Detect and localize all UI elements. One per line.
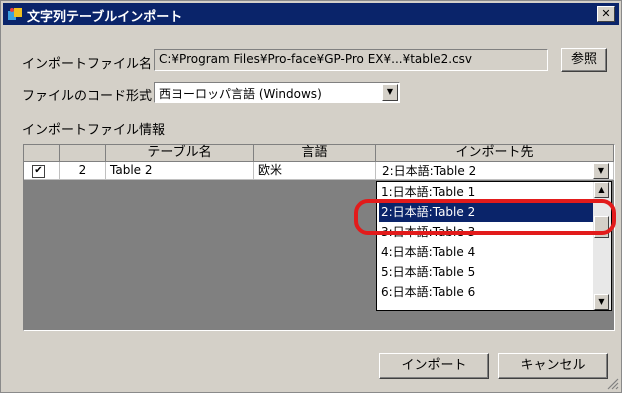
code-format-label: ファイルのコード形式 bbox=[22, 89, 153, 104]
import-table: テーブル名 言語 インポート先 ✔ 2 Table 2 欧米 2:日本語:Tab… bbox=[23, 144, 615, 331]
header-check bbox=[24, 145, 60, 162]
row-checkbox-cell[interactable]: ✔ bbox=[24, 162, 60, 180]
dropdown-item[interactable]: 4:日本語:Table 4 bbox=[379, 243, 593, 262]
header-number bbox=[60, 145, 106, 162]
destination-value: 2:日本語:Table 2 bbox=[382, 164, 477, 178]
app-icon bbox=[8, 8, 22, 20]
close-button[interactable]: ✕ bbox=[597, 6, 615, 22]
header-destination[interactable]: インポート先 bbox=[376, 145, 614, 162]
cancel-button[interactable]: キャンセル bbox=[498, 353, 608, 379]
scroll-down-icon[interactable]: ▼ bbox=[594, 294, 609, 310]
code-format-select[interactable]: 西ヨーロッパ言語 (Windows) ▼ bbox=[154, 82, 400, 103]
title-bar: 文字列テーブルインポート ✕ bbox=[3, 3, 619, 25]
window-title: 文字列テーブルインポート bbox=[27, 10, 183, 25]
destination-select[interactable]: 2:日本語:Table 2 ▼ bbox=[378, 163, 610, 179]
row-table-name: Table 2 bbox=[106, 162, 254, 180]
file-name-label: インポートファイル名 bbox=[22, 57, 153, 72]
browse-button[interactable]: 参照 bbox=[561, 48, 607, 72]
chevron-down-icon[interactable]: ▼ bbox=[593, 163, 609, 179]
header-table-name[interactable]: テーブル名 bbox=[106, 145, 254, 162]
row-number: 2 bbox=[60, 162, 106, 180]
row-language: 欧米 bbox=[254, 162, 376, 180]
chevron-down-icon[interactable]: ▼ bbox=[382, 84, 398, 101]
header-language[interactable]: 言語 bbox=[254, 145, 376, 162]
import-dialog: 文字列テーブルインポート ✕ インポートファイル名 C:¥Program Fil… bbox=[0, 0, 622, 393]
dropdown-item[interactable]: 5:日本語:Table 5 bbox=[379, 263, 593, 282]
import-button[interactable]: インポート bbox=[379, 353, 489, 379]
file-path-field[interactable]: C:¥Program Files¥Pro-face¥GP-Pro EX¥...¥… bbox=[154, 49, 548, 71]
scroll-up-icon[interactable]: ▲ bbox=[594, 182, 609, 198]
row-destination-cell[interactable]: 2:日本語:Table 2 ▼ bbox=[376, 162, 614, 180]
dropdown-item[interactable]: 6:日本語:Table 6 bbox=[379, 283, 593, 302]
highlight-ring bbox=[354, 199, 616, 235]
row-checkbox[interactable]: ✔ bbox=[32, 165, 45, 178]
resize-grip-icon[interactable] bbox=[605, 376, 619, 390]
code-format-value: 西ヨーロッパ言語 (Windows) bbox=[159, 87, 322, 101]
file-info-label: インポートファイル情報 bbox=[22, 123, 166, 138]
